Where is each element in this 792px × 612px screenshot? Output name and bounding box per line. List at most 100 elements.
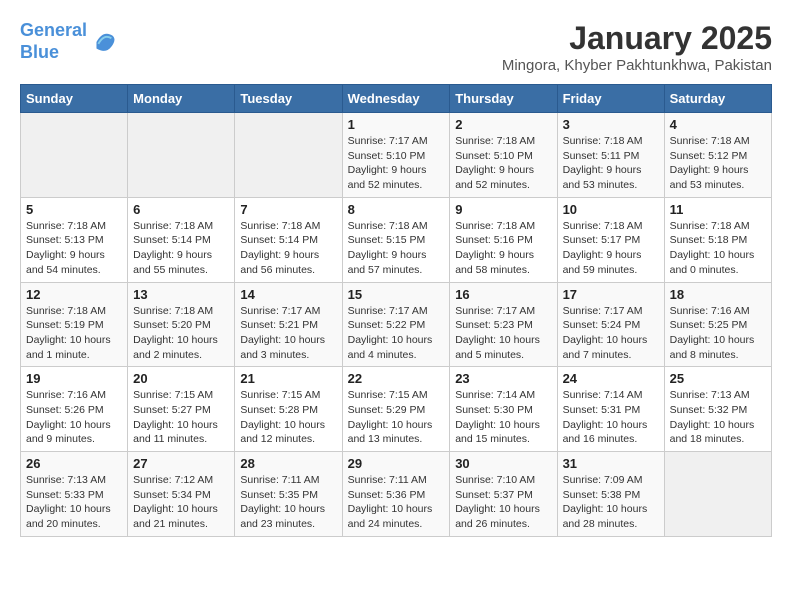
day-number: 25 (670, 371, 766, 386)
week-row-5: 26Sunrise: 7:13 AMSunset: 5:33 PMDayligh… (21, 452, 772, 537)
day-number: 29 (348, 456, 445, 471)
calendar-cell: 13 Sunrise: 7:18 AMSunset: 5:20 PMDayligh… (128, 282, 235, 367)
calendar-title: January 2025 (502, 20, 772, 57)
calendar-cell: 28Sunrise: 7:11 AMSunset: 5:35 PMDayligh… (235, 452, 342, 537)
weekday-header-tuesday: Tuesday (235, 85, 342, 113)
day-number: 24 (563, 371, 659, 386)
calendar-cell: 31Sunrise: 7:09 AMSunset: 5:38 PMDayligh… (557, 452, 664, 537)
calendar-cell: 9 Sunrise: 7:18 AMSunset: 5:16 PMDaylight… (450, 197, 557, 282)
week-row-4: 19 Sunrise: 7:16 AMSunset: 5:26 PMDayligh… (21, 367, 772, 452)
day-info: Sunrise: 7:18 AMSunset: 5:16 PMDaylight:… (455, 219, 551, 278)
calendar-cell: 19 Sunrise: 7:16 AMSunset: 5:26 PMDayligh… (21, 367, 128, 452)
calendar-cell: 2Sunrise: 7:18 AMSunset: 5:10 PMDaylight… (450, 113, 557, 198)
day-number: 10 (563, 202, 659, 217)
day-number: 22 (348, 371, 445, 386)
day-info: Sunrise: 7:18 AMSunset: 5:11 PMDaylight:… (563, 134, 659, 193)
day-info: Sunrise: 7:17 AMSunset: 5:21 PMDaylight:… (240, 304, 336, 363)
day-info: Sunrise: 7:15 AMSunset: 5:29 PMDaylight:… (348, 388, 445, 447)
day-info: Sunrise: 7:17 AMSunset: 5:24 PMDaylight:… (563, 304, 659, 363)
day-number: 23 (455, 371, 551, 386)
calendar-cell: 15 Sunrise: 7:17 AMSunset: 5:22 PMDayligh… (342, 282, 450, 367)
calendar-cell: 17 Sunrise: 7:17 AMSunset: 5:24 PMDayligh… (557, 282, 664, 367)
calendar-cell (235, 113, 342, 198)
day-number: 13 (133, 287, 229, 302)
weekday-header-sunday: Sunday (21, 85, 128, 113)
day-number: 21 (240, 371, 336, 386)
calendar-cell: 4Sunrise: 7:18 AMSunset: 5:12 PMDaylight… (664, 113, 771, 198)
calendar-cell: 14 Sunrise: 7:17 AMSunset: 5:21 PMDayligh… (235, 282, 342, 367)
calendar-body: 1Sunrise: 7:17 AMSunset: 5:10 PMDaylight… (21, 113, 772, 537)
day-number: 11 (670, 202, 766, 217)
day-info: Sunrise: 7:16 AMSunset: 5:26 PMDaylight:… (26, 388, 122, 447)
calendar-cell: 11 Sunrise: 7:18 AMSunset: 5:18 PMDayligh… (664, 197, 771, 282)
calendar-cell: 3 Sunrise: 7:18 AMSunset: 5:11 PMDaylight… (557, 113, 664, 198)
calendar-cell (664, 452, 771, 537)
day-number: 31 (563, 456, 659, 471)
calendar-cell: 27 Sunrise: 7:12 AMSunset: 5:34 PMDayligh… (128, 452, 235, 537)
day-number: 12 (26, 287, 122, 302)
calendar-cell: 18Sunrise: 7:16 AMSunset: 5:25 PMDayligh… (664, 282, 771, 367)
logo: GeneralBlue (20, 20, 117, 63)
calendar-cell: 30 Sunrise: 7:10 AMSunset: 5:37 PMDayligh… (450, 452, 557, 537)
day-number: 15 (348, 287, 445, 302)
day-info: Sunrise: 7:12 AMSunset: 5:34 PMDaylight:… (133, 473, 229, 532)
weekday-header-saturday: Saturday (664, 85, 771, 113)
day-info: Sunrise: 7:18 AMSunset: 5:17 PMDaylight:… (563, 219, 659, 278)
calendar-subtitle: Mingora, Khyber Pakhtunkhwa, Pakistan (502, 57, 772, 74)
calendar-cell (21, 113, 128, 198)
calendar-cell: 24 Sunrise: 7:14 AMSunset: 5:31 PMDayligh… (557, 367, 664, 452)
day-info: Sunrise: 7:18 AMSunset: 5:18 PMDaylight:… (670, 219, 766, 278)
calendar-cell: 22 Sunrise: 7:15 AMSunset: 5:29 PMDayligh… (342, 367, 450, 452)
day-info: Sunrise: 7:17 AMSunset: 5:22 PMDaylight:… (348, 304, 445, 363)
day-number: 28 (240, 456, 336, 471)
calendar-cell: 12 Sunrise: 7:18 AMSunset: 5:19 PMDayligh… (21, 282, 128, 367)
day-number: 8 (348, 202, 445, 217)
calendar-cell: 10 Sunrise: 7:18 AMSunset: 5:17 PMDayligh… (557, 197, 664, 282)
calendar-cell: 21 Sunrise: 7:15 AMSunset: 5:28 PMDayligh… (235, 367, 342, 452)
day-number: 9 (455, 202, 551, 217)
day-number: 14 (240, 287, 336, 302)
day-number: 4 (670, 117, 766, 132)
weekday-header-row: SundayMondayTuesdayWednesdayThursdayFrid… (21, 85, 772, 113)
logo-icon (89, 28, 117, 56)
weekday-header-monday: Monday (128, 85, 235, 113)
calendar-cell: 26Sunrise: 7:13 AMSunset: 5:33 PMDayligh… (21, 452, 128, 537)
week-row-1: 1Sunrise: 7:17 AMSunset: 5:10 PMDaylight… (21, 113, 772, 198)
day-number: 20 (133, 371, 229, 386)
calendar-cell: 25 Sunrise: 7:13 AMSunset: 5:32 PMDayligh… (664, 367, 771, 452)
weekday-header-friday: Friday (557, 85, 664, 113)
calendar-cell: 7Sunrise: 7:18 AMSunset: 5:14 PMDaylight… (235, 197, 342, 282)
calendar-cell (128, 113, 235, 198)
week-row-3: 12 Sunrise: 7:18 AMSunset: 5:19 PMDayligh… (21, 282, 772, 367)
day-info: Sunrise: 7:13 AMSunset: 5:32 PMDaylight:… (670, 388, 766, 447)
calendar-table: SundayMondayTuesdayWednesdayThursdayFrid… (20, 84, 772, 537)
calendar-cell: 20 Sunrise: 7:15 AMSunset: 5:27 PMDayligh… (128, 367, 235, 452)
day-number: 3 (563, 117, 659, 132)
page-header: GeneralBlue January 2025 Mingora, Khyber… (20, 20, 772, 74)
day-info: Sunrise: 7:18 AMSunset: 5:10 PMDaylight:… (455, 134, 551, 193)
weekday-header-wednesday: Wednesday (342, 85, 450, 113)
day-info: Sunrise: 7:18 AMSunset: 5:20 PMDaylight:… (133, 304, 229, 363)
day-info: Sunrise: 7:15 AMSunset: 5:28 PMDaylight:… (240, 388, 336, 447)
day-number: 19 (26, 371, 122, 386)
title-block: January 2025 Mingora, Khyber Pakhtunkhwa… (502, 20, 772, 74)
day-info: Sunrise: 7:17 AMSunset: 5:23 PMDaylight:… (455, 304, 551, 363)
day-number: 30 (455, 456, 551, 471)
day-number: 16 (455, 287, 551, 302)
day-info: Sunrise: 7:15 AMSunset: 5:27 PMDaylight:… (133, 388, 229, 447)
calendar-cell: 16 Sunrise: 7:17 AMSunset: 5:23 PMDayligh… (450, 282, 557, 367)
week-row-2: 5 Sunrise: 7:18 AMSunset: 5:13 PMDaylight… (21, 197, 772, 282)
day-number: 27 (133, 456, 229, 471)
weekday-header-thursday: Thursday (450, 85, 557, 113)
day-info: Sunrise: 7:18 AMSunset: 5:13 PMDaylight:… (26, 219, 122, 278)
day-info: Sunrise: 7:18 AMSunset: 5:19 PMDaylight:… (26, 304, 122, 363)
day-number: 6 (133, 202, 229, 217)
day-info: Sunrise: 7:18 AMSunset: 5:15 PMDaylight:… (348, 219, 445, 278)
day-info: Sunrise: 7:10 AMSunset: 5:37 PMDaylight:… (455, 473, 551, 532)
day-info: Sunrise: 7:14 AMSunset: 5:31 PMDaylight:… (563, 388, 659, 447)
day-info: Sunrise: 7:14 AMSunset: 5:30 PMDaylight:… (455, 388, 551, 447)
day-number: 17 (563, 287, 659, 302)
day-info: Sunrise: 7:17 AMSunset: 5:10 PMDaylight:… (348, 134, 445, 193)
day-number: 7 (240, 202, 336, 217)
day-number: 5 (26, 202, 122, 217)
